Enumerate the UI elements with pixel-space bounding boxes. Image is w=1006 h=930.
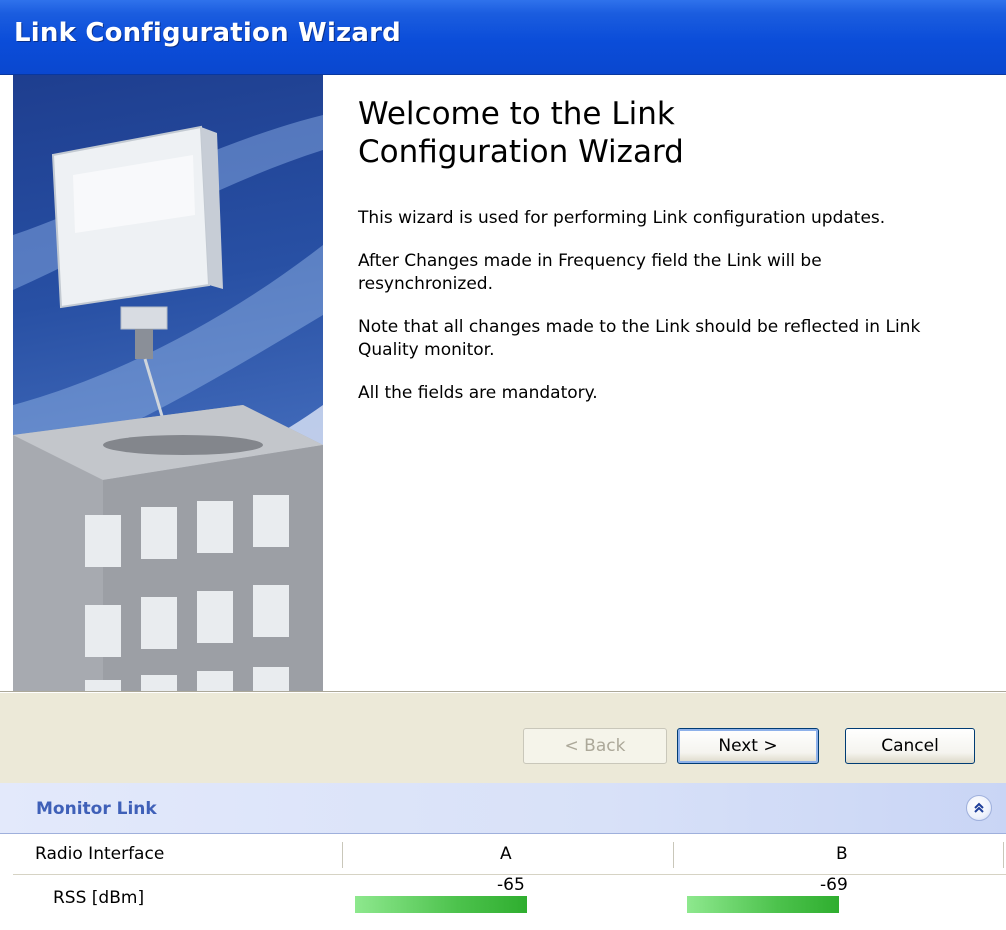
column-separator: [342, 842, 343, 868]
column-header-b: B: [836, 844, 848, 864]
wizard-illustration: [13, 75, 323, 692]
wizard-window: Link Configuration Wizard Welcome to the…: [0, 0, 1006, 930]
column-header-radio-interface: Radio Interface: [35, 844, 165, 864]
quality-note: Note that all changes made to the Link s…: [358, 317, 921, 360]
column-separator: [673, 842, 674, 868]
intro-text: This wizard is used for performing Link …: [358, 208, 886, 228]
welcome-heading: Welcome to the Link Configuration Wizard: [358, 96, 684, 170]
monitor-grid: Radio Interface A B RSS [dBm] -65 -69: [13, 834, 1006, 930]
collapse-icon[interactable]: [966, 795, 992, 821]
rss-value-a: -65: [497, 875, 525, 895]
antenna-building-image: [13, 115, 323, 692]
welcome-content: Welcome to the Link Configuration Wizard…: [358, 95, 998, 405]
wizard-button-bar: < Back Next > Cancel: [0, 693, 1006, 783]
back-button[interactable]: < Back: [523, 728, 667, 764]
window-title: Link Configuration Wizard: [14, 18, 401, 48]
rss-level-bar-b: [687, 896, 839, 913]
monitor-link-title: Monitor Link: [36, 799, 157, 819]
rss-level-bar-a: [355, 896, 527, 913]
rss-row-label: RSS [dBm]: [53, 888, 145, 908]
grid-header-row: Radio Interface A B: [13, 834, 1006, 875]
cancel-button[interactable]: Cancel: [845, 728, 975, 764]
next-button[interactable]: Next >: [677, 728, 819, 764]
column-separator: [1003, 842, 1004, 868]
monitor-link-header[interactable]: Monitor Link: [0, 783, 1006, 834]
rss-value-b: -69: [820, 875, 848, 895]
mandatory-note: All the fields are mandatory.: [358, 383, 598, 403]
column-header-a: A: [500, 844, 512, 864]
frequency-note: After Changes made in Frequency field th…: [358, 251, 822, 294]
title-bar[interactable]: Link Configuration Wizard: [0, 0, 1006, 75]
